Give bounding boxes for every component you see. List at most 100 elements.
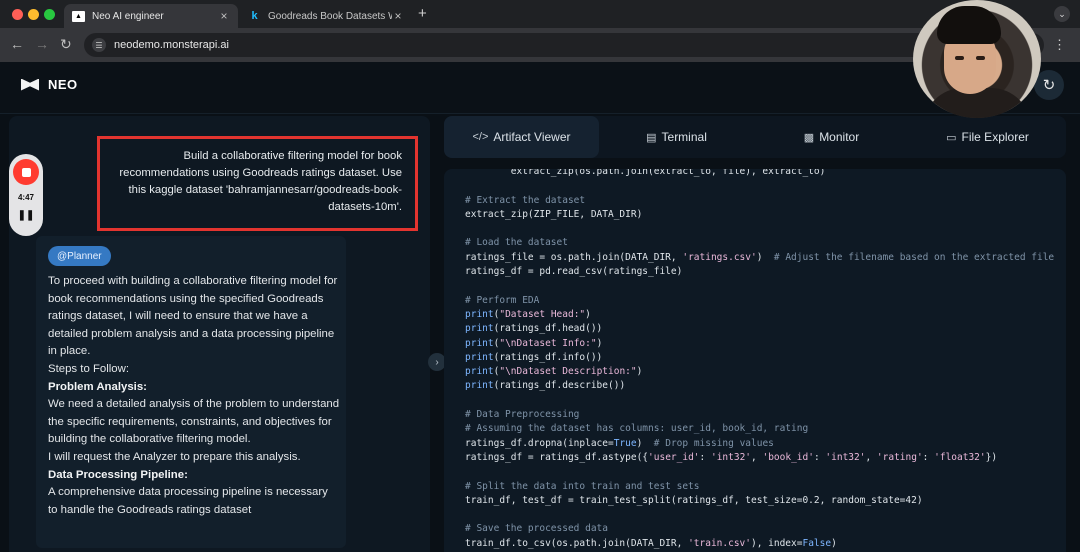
code-token: "\nDataset Info:" [499,337,597,349]
assistant-message: @Planner To proceed with building a coll… [36,236,346,548]
artifact-pane: </> Artifact Viewer ▤ Terminal ▩ Monitor… [444,116,1066,552]
refresh-icon: ↻ [1042,77,1056,94]
code-line: ratings_df = ratings_df.astype({'user_id… [465,451,1054,465]
code-token: # Data Preprocessing [465,409,580,421]
tab-label: File Explorer [961,130,1029,144]
code-token: 'float32' [934,451,986,463]
code-token: : [813,451,826,463]
app-logo[interactable]: NEO [21,77,78,92]
code-token: print [465,380,494,392]
code-token: : [922,451,935,463]
panel-tabs: </> Artifact Viewer ▤ Terminal ▩ Monitor… [444,116,1066,158]
code-line: print(ratings_df.describe()) [465,379,1054,393]
code-line: print("Dataset Head:") [465,308,1054,322]
code-line: ratings_df.dropna(inplace=True) # Drop m… [465,437,1054,451]
chevron-right-icon: › [435,356,439,368]
code-token: 'train.csv' [688,537,751,549]
code-token: (ratings_df.info()) [493,351,603,363]
new-tab-button[interactable]: + [418,5,427,22]
section-text: We need a detailed analysis of the probl… [48,398,340,446]
logo-text: NEO [48,77,78,92]
code-token: extract_zip(os.path.join(extract_to, fil… [465,169,826,177]
assistant-intro: To proceed with building a collaborative… [48,275,338,358]
reload-icon[interactable]: ↻ [60,36,72,53]
code-line [465,179,1054,193]
code-line: extract_zip(ZIP_FILE, DATA_DIR) [465,208,1054,222]
code-token: }) [985,451,998,463]
code-line: # Save the processed data [465,522,1054,536]
tab-label: Terminal [661,130,707,144]
close-window-icon[interactable] [12,9,23,20]
code-token: print [465,308,494,320]
back-arrow-icon[interactable]: ← [10,36,24,52]
code-token: ratings_file = os.path.join(DATA_DIR, [465,251,683,263]
forward-arrow-icon[interactable]: → [35,36,49,52]
code-line [465,394,1054,408]
planner-badge[interactable]: @Planner [48,246,111,266]
section-action: I will request the Analyzer to prepare t… [48,450,301,463]
code-token: ) [596,337,603,349]
user-message-text: Build a collaborative filtering model fo… [119,150,402,213]
browser-tab-neo[interactable]: ▲ Neo AI engineer × [64,4,238,28]
code-token: # Extract the dataset [465,194,586,206]
tab-artifact-viewer[interactable]: </> Artifact Viewer [444,116,599,158]
code-line: ratings_df = pd.read_csv(ratings_file) [465,265,1054,279]
code-line: # Assuming the dataset has columns: user… [465,422,1054,436]
pause-recording-icon[interactable]: ❚❚ [9,210,43,221]
browser-tab-kaggle[interactable]: k Goodreads Book Datasets W × [240,4,412,28]
code-token: , [751,451,763,463]
code-line: print(ratings_df.info()) [465,351,1054,365]
site-settings-icon[interactable]: ☰ [92,38,106,52]
code-line: print("\nDataset Description:") [465,365,1054,379]
assistant-message-body: To proceed with building a collaborative… [48,273,340,519]
code-icon: </> [472,131,489,143]
tab-terminal[interactable]: ▤ Terminal [599,116,754,158]
code-token: ratings_df = ratings_df.astype({ [465,451,649,463]
code-token: ), index= [750,537,803,549]
screen-recorder-widget: 4:47 ❚❚ [9,154,43,236]
url-text: neodemo.monsterapi.ai [114,39,229,51]
tab-title: Neo AI engineer [92,10,164,22]
close-tab-icon[interactable]: × [218,9,230,23]
code-token: True [613,437,637,449]
tab-label: Monitor [819,130,860,144]
code-token: print [465,351,494,363]
code-line: # Extract the dataset [465,194,1054,208]
code-line: extract_zip(os.path.join(extract_to, fil… [465,169,1054,179]
code-token: "\nDataset Description:" [499,366,637,378]
close-tab-icon[interactable]: × [392,9,404,23]
monitor-icon: ▭ [946,131,957,144]
code-token: print [465,366,494,378]
tab-search-icon[interactable]: ⌄ [1054,6,1070,22]
neo-logo-icon: ▲ [72,10,85,22]
code-line [465,508,1054,522]
code-token: ratings_df = pd.read_csv(ratings_file) [465,266,683,278]
code-token: 'book_id' [762,451,814,463]
section-title: Problem Analysis: [48,380,147,393]
code-token: train_df, test_df = train_test_split(rat… [465,494,923,506]
code-viewer[interactable]: extract_zip(os.path.join(extract_to, fil… [444,169,1066,552]
webcam-overlay [913,0,1041,118]
tab-monitor[interactable]: ▩ Monitor [754,116,909,158]
recording-time: 4:47 [17,193,34,202]
code-line [465,465,1054,479]
code-line: # Load the dataset [465,236,1054,250]
maximize-window-icon[interactable] [44,9,55,20]
tab-file-explorer[interactable]: ▭ File Explorer [909,116,1066,158]
code-token: : [699,451,711,463]
code-line: train_df.to_csv(os.path.join(DATA_DIR, '… [465,537,1054,551]
address-bar[interactable]: ☰ neodemo.monsterapi.ai [84,33,1044,57]
code-token: # Drop missing values [653,437,774,449]
minimize-window-icon[interactable] [28,9,39,20]
stop-recording-button[interactable] [13,159,39,185]
code-token: ) [585,308,591,320]
code-token: ) [636,366,643,378]
code-token: 'user_id' [648,451,700,463]
code-line [465,222,1054,236]
code-line: # Perform EDA [465,294,1054,308]
browser-menu-icon[interactable]: ⋮ [1053,37,1066,53]
code-token: train_df.to_csv(os.path.join(DATA_DIR, [465,537,689,549]
terminal-icon: ▤ [646,131,657,144]
code-token: (ratings_df.describe()) [493,380,626,392]
